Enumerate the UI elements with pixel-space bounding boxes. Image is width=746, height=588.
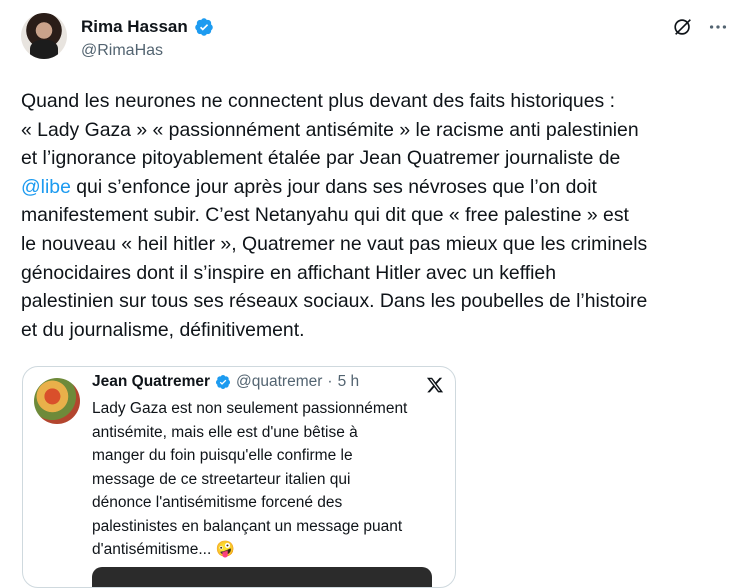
quoted-separator: · (327, 373, 333, 390)
quoted-text: Lady Gaza est non seulement passionnémen… (92, 400, 408, 558)
tweet-text-part-1: Quand les neurones ne connectent plus de… (21, 90, 639, 170)
more-icon[interactable] (707, 16, 729, 38)
quoted-media-preview[interactable] (92, 567, 432, 587)
quoted-tweet-card[interactable]: Jean Quatremer @quatremer · 5 h Lady Gaz… (22, 366, 456, 588)
quoted-verified-badge-icon (216, 375, 231, 389)
x-logo-icon (426, 377, 444, 393)
verified-badge-icon[interactable] (194, 17, 214, 37)
tweet-text: Quand les neurones ne connectent plus de… (21, 87, 733, 344)
quoted-timestamp[interactable]: 5 h (338, 373, 360, 391)
author-name[interactable]: Rima Hassan (81, 17, 188, 37)
quoted-author-name[interactable]: Jean Quatremer (92, 373, 210, 391)
quoted-author-handle[interactable]: @quatremer (236, 373, 322, 391)
author-handle[interactable]: @RimaHas (81, 42, 163, 60)
tweet-text-part-2: qui s’enfonce jour après jour dans ses n… (21, 175, 648, 341)
mention-link[interactable]: @libe (21, 176, 71, 198)
quoted-author-avatar[interactable] (34, 378, 80, 424)
author-name-row: Rima Hassan (81, 17, 214, 37)
quoted-header: Jean Quatremer @quatremer · 5 h (92, 373, 359, 391)
author-avatar[interactable] (21, 13, 67, 59)
grok-icon[interactable] (672, 16, 694, 38)
